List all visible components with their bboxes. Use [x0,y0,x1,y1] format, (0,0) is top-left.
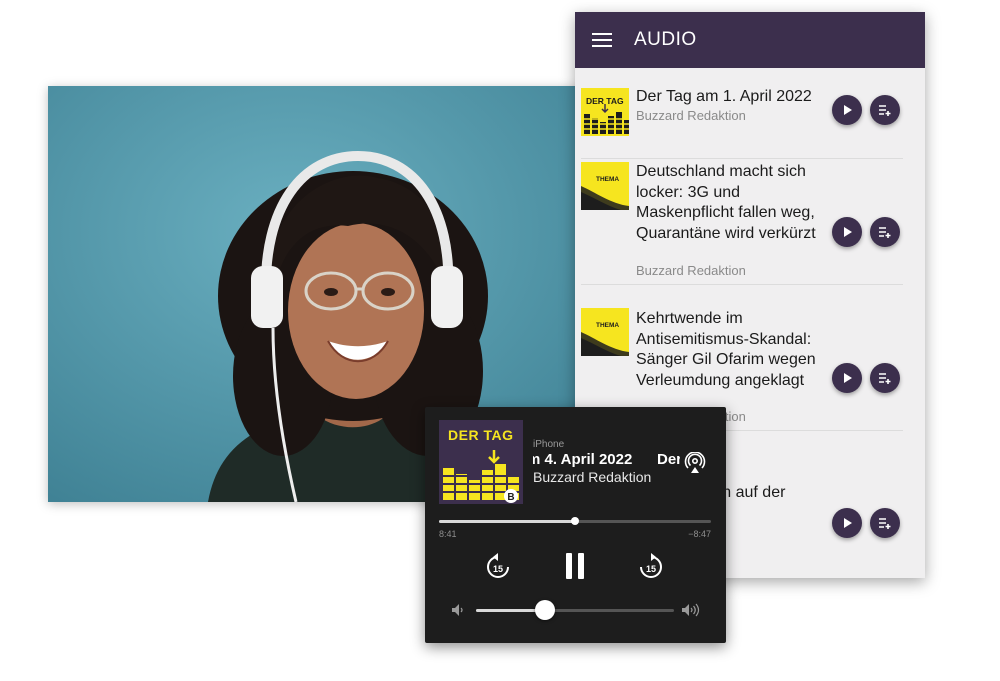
add-to-queue-button[interactable] [870,508,900,538]
now-playing-title-next: Der [657,451,680,468]
play-icon [844,227,852,237]
add-to-queue-icon [879,227,891,238]
app-title: AUDIO [634,29,697,50]
svg-text:15: 15 [493,564,503,574]
add-to-queue-button[interactable] [870,95,900,125]
airplay-icon[interactable] [684,452,706,474]
pause-icon[interactable] [564,551,586,581]
hamburger-menu-icon[interactable] [592,33,612,47]
volume-knob[interactable] [535,600,556,620]
thema-thumbnail: THEMA [581,162,629,210]
progress-fill [439,520,575,523]
skip-forward-15-icon[interactable]: 15 [639,553,663,579]
episode-cover-art: DER TAG B [439,420,523,504]
audio-item-author: Buzzard Redaktion [636,263,746,278]
add-to-queue-icon [879,518,891,529]
add-to-queue-icon [879,373,891,384]
equalizer-bars-graphic [581,104,629,134]
der-tag-thumbnail: DER TAG [581,88,629,136]
audio-item-title[interactable]: Der Tag am 1. April 2022 [636,87,836,108]
svg-text:B: B [507,492,514,503]
volume-slider[interactable] [476,600,674,620]
remaining-time: −8:47 [688,529,711,539]
output-device-label: iPhone [533,439,565,450]
halftone-graphic [581,332,629,356]
elapsed-time: 8:41 [439,529,457,539]
now-playing-author: Buzzard Redaktion [533,469,652,485]
now-playing-widget: DER TAG B iPhone m 4. April 2022 Der Buz… [425,407,726,643]
audio-item-title[interactable]: Deutschland macht sich locker: 3G und Ma… [636,162,836,244]
volume-high-icon [682,603,700,617]
audio-list-item[interactable]: THEMA Deutschland macht sich locker: 3G … [575,158,925,285]
add-to-queue-button[interactable] [870,363,900,393]
now-playing-title-marquee: m 4. April 2022 Der [533,451,680,471]
play-icon [844,518,852,528]
playback-progress-bar[interactable] [439,517,711,525]
skip-back-15-icon[interactable]: 15 [486,553,510,579]
app-bar: AUDIO [575,12,925,68]
play-button[interactable] [832,363,862,393]
play-icon [844,373,852,383]
audio-item-author: Buzzard Redaktion [636,108,746,123]
audio-list-item[interactable]: DER TAG Der Tag am 1. April 2022 Buzzard… [575,68,925,159]
svg-text:15: 15 [646,564,656,574]
play-button[interactable] [832,95,862,125]
add-to-queue-icon [879,105,891,116]
thema-thumbnail: THEMA [581,308,629,356]
play-icon [844,105,852,115]
audio-item-title[interactable]: Kehrtwende im Antisemitismus-Skandal: Sä… [636,309,836,391]
play-button[interactable] [832,508,862,538]
play-button[interactable] [832,217,862,247]
progress-scrubber[interactable] [571,517,579,525]
halftone-graphic [581,186,629,210]
equalizer-bars-graphic: B [439,450,523,503]
volume-low-icon [452,604,463,616]
add-to-queue-button[interactable] [870,217,900,247]
now-playing-title: m 4. April 2022 [533,451,633,468]
